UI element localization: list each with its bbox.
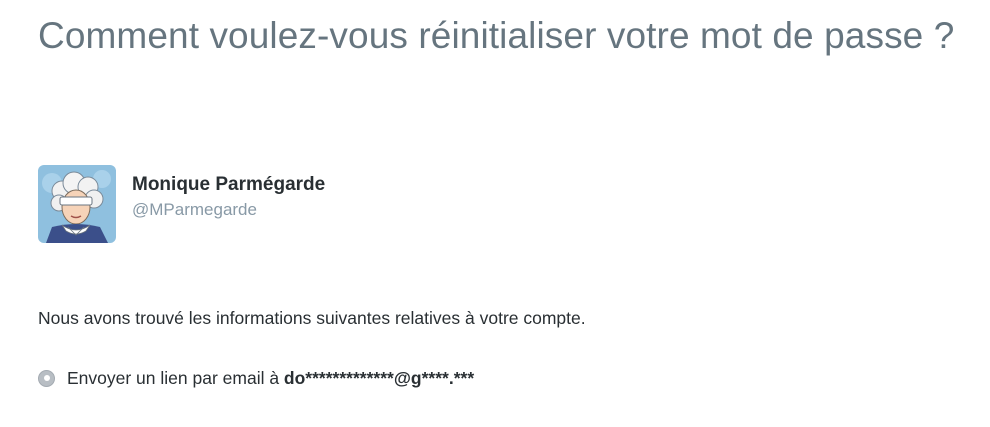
account-identity: Monique Parmégarde @MParmegarde — [132, 173, 325, 222]
email-reset-label-text: Envoyer un lien par email à — [67, 368, 284, 388]
page-title: Comment voulez-vous réinitialiser votre … — [38, 15, 955, 56]
account-screen-name: @MParmegarde — [132, 200, 257, 219]
account-full-name: Monique Parmégarde — [132, 174, 326, 195]
email-reset-option[interactable]: Envoyer un lien par email à do**********… — [38, 366, 474, 390]
user-avatar-illustration-icon — [38, 165, 116, 243]
avatar — [38, 165, 116, 243]
password-reset-page: Comment voulez-vous réinitialiser votre … — [38, 10, 978, 388]
account-card: Monique Parmégarde @MParmegarde — [38, 165, 325, 243]
radio-dot — [43, 375, 50, 381]
account-found-message: Nous avons trouvé les informations suiva… — [38, 308, 586, 328]
masked-email: do*************@g****.*** — [283, 368, 475, 388]
email-reset-option-label[interactable]: Envoyer un lien par email à do**********… — [67, 366, 474, 390]
radio-selected-icon[interactable] — [38, 369, 55, 387]
